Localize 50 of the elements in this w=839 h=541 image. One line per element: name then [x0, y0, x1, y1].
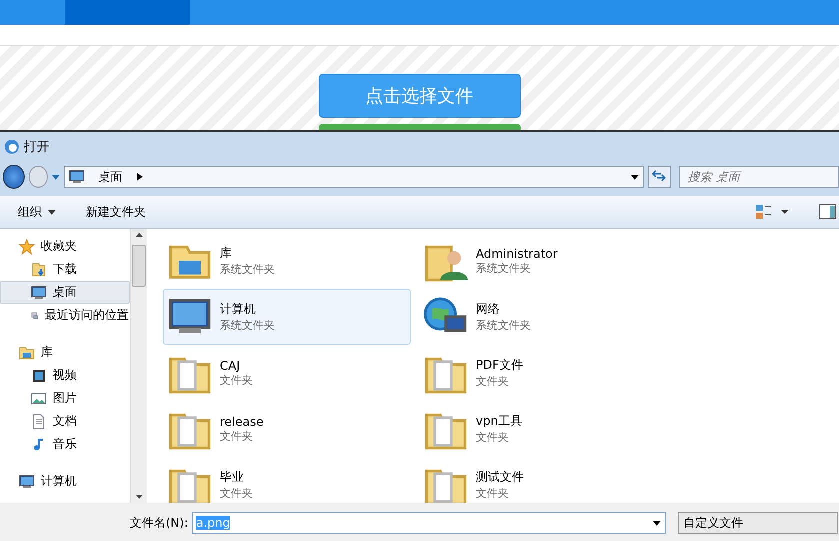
nav-pane-item[interactable]: 桌面	[0, 281, 130, 304]
library-icon	[19, 344, 35, 360]
computer-icon	[19, 474, 35, 490]
file-item[interactable]: 库 系统文件夹	[163, 233, 411, 289]
address-bar[interactable]: 桌面	[64, 166, 644, 188]
nav-pane-item[interactable]: 计算机	[0, 470, 130, 493]
desktop-icon	[68, 169, 85, 185]
nav-pane-item[interactable]: 收藏夹	[0, 235, 130, 258]
scroll-down-icon[interactable]	[136, 495, 142, 499]
file-item[interactable]: release 文件夹	[163, 401, 411, 457]
filetype-dropdown[interactable]: 自定义文件	[678, 512, 838, 534]
refresh-button[interactable]	[648, 166, 672, 188]
filename-label: 文件名(N):	[130, 514, 188, 532]
document-icon	[31, 414, 47, 430]
app-icon	[4, 139, 20, 155]
toolbar-button[interactable]: 组织	[18, 204, 56, 220]
file-item[interactable]: Administrator 系统文件夹	[419, 233, 667, 289]
refresh-icon	[652, 170, 666, 182]
address-text: 桌面	[98, 168, 123, 186]
file-item[interactable]: 计算机 系统文件夹	[163, 289, 411, 345]
dropdown-caret-icon[interactable]	[630, 174, 639, 180]
file-item[interactable]: PDF文件 文件夹	[419, 345, 667, 401]
view-options-icon[interactable]	[755, 204, 789, 220]
window-title: 打开	[24, 139, 50, 156]
back-button[interactable]	[3, 165, 25, 189]
star-icon	[19, 238, 35, 254]
desktop-icon	[31, 284, 47, 300]
video-icon	[31, 368, 47, 384]
scrollbar-thumb[interactable]	[132, 245, 146, 287]
nav-pane-item[interactable]: 视频	[0, 364, 130, 387]
search-field[interactable]: 搜索 桌面	[679, 166, 839, 188]
file-item[interactable]: vpn工具 文件夹	[419, 401, 667, 457]
nav-pane-item[interactable]: 下载	[0, 258, 130, 281]
nav-pane-item[interactable]: 图片	[0, 387, 130, 410]
toolbar-button[interactable]: 新建文件夹	[86, 204, 146, 220]
caret-icon	[48, 210, 56, 214]
nav-pane-item[interactable]: 最近访问的位置	[0, 304, 130, 327]
preview-pane-icon[interactable]	[819, 204, 837, 220]
file-item[interactable]: 网络 系统文件夹	[419, 289, 667, 345]
nav-pane-item[interactable]: 文档	[0, 410, 130, 433]
nav-pane-item[interactable]: 音乐	[0, 433, 130, 456]
file-item[interactable]: CAJ 文件夹	[163, 345, 411, 401]
scroll-up-icon[interactable]	[136, 233, 142, 237]
download-icon	[31, 262, 47, 278]
nav-pane-item[interactable]: 库	[0, 341, 130, 364]
dropdown-caret-icon[interactable]	[653, 520, 662, 526]
history-caret-icon[interactable]	[52, 174, 60, 180]
chevron-icon	[136, 173, 143, 181]
picture-icon	[31, 390, 47, 406]
scrollbar[interactable]	[130, 229, 147, 503]
